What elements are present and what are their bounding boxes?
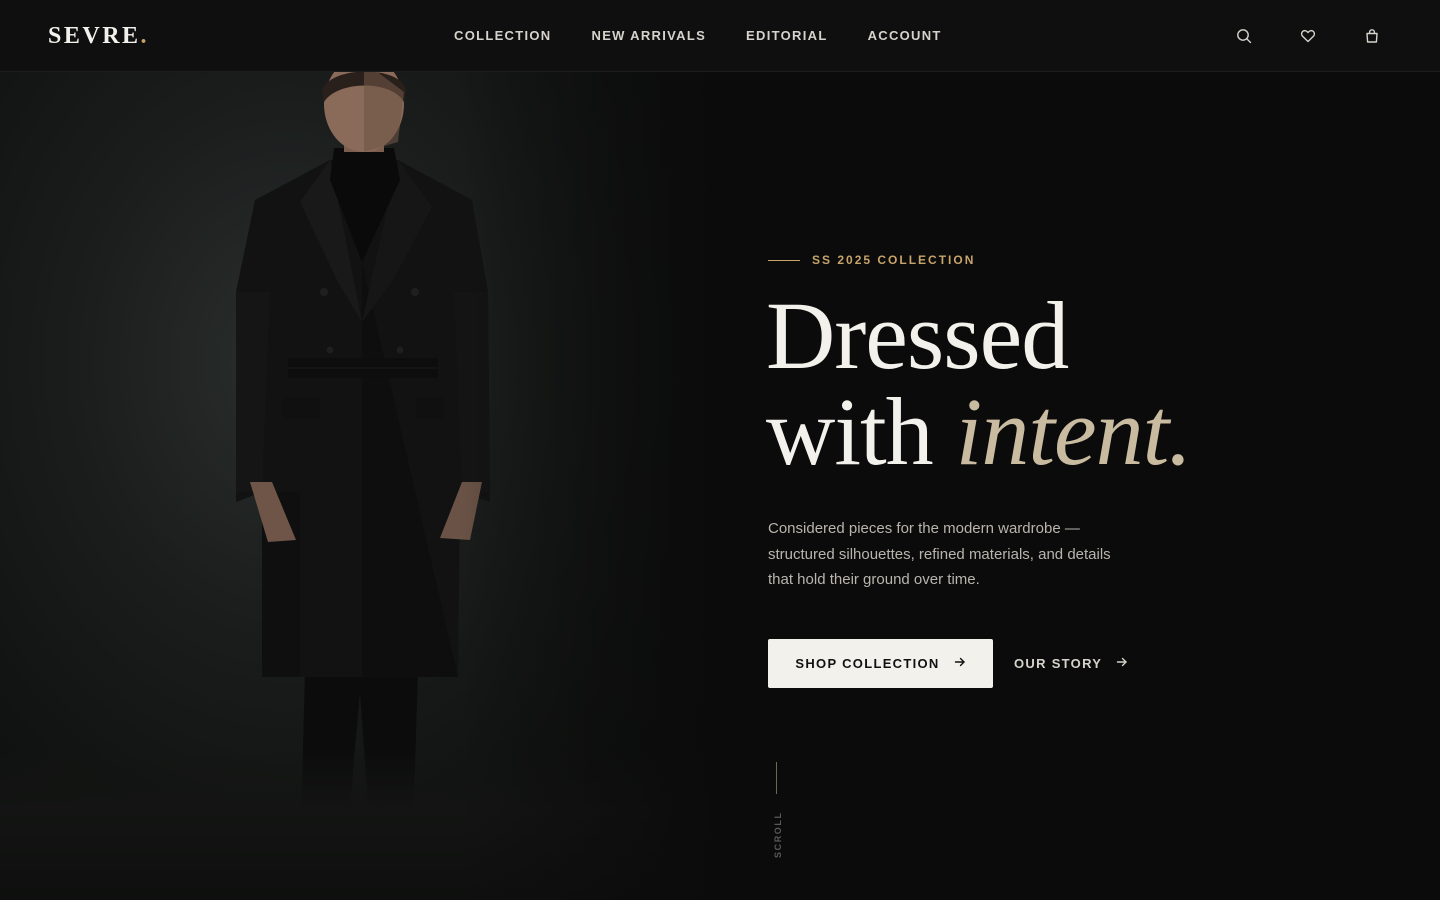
scroll-label: SCROLL: [773, 811, 783, 858]
search-icon[interactable]: [1236, 26, 1252, 46]
bag-icon[interactable]: [1364, 26, 1380, 46]
headline-line-2: with: [766, 378, 934, 485]
our-story-link[interactable]: OUR STORY: [1014, 639, 1128, 688]
heart-icon[interactable]: [1300, 26, 1316, 46]
eyebrow-line: [768, 259, 800, 261]
nav-link-new-arrivals[interactable]: NEW ARRIVALS: [592, 28, 707, 44]
top-nav: SEVRE. COLLECTION NEW ARRIVALS EDITORIAL…: [0, 0, 1440, 72]
arrow-right-icon: [1116, 656, 1128, 671]
hero-subtext: Considered pieces for the modern wardrob…: [768, 520, 1111, 588]
nav-links: COLLECTION NEW ARRIVALS EDITORIAL ACCOUN…: [454, 28, 942, 44]
image-fade: [460, 72, 720, 900]
brand-logo[interactable]: SEVRE.: [48, 21, 149, 51]
nav-link-collection[interactable]: COLLECTION: [454, 28, 552, 44]
eyebrow-text: SS 2025 COLLECTION: [812, 253, 976, 267]
collection-eyebrow: SS 2025 COLLECTION: [768, 252, 975, 268]
our-story-label: OUR STORY: [1014, 656, 1103, 671]
hero-headline: Dressed with intent.: [766, 288, 1192, 480]
shop-collection-button[interactable]: SHOP COLLECTION: [768, 639, 993, 688]
arrow-right-icon: [954, 656, 966, 671]
hero-image: [0, 72, 720, 900]
headline-accent: intent.: [955, 378, 1193, 485]
nav-link-editorial[interactable]: EDITORIAL: [746, 28, 828, 44]
brand-dot: .: [140, 23, 150, 49]
scroll-indicator[interactable]: SCROLL: [768, 762, 786, 872]
nav-icons: [1236, 26, 1380, 46]
brand-name: SEVRE: [48, 23, 141, 49]
shop-collection-label: SHOP COLLECTION: [795, 656, 940, 671]
page: SEVRE. COLLECTION NEW ARRIVALS EDITORIAL…: [0, 0, 1440, 900]
nav-link-account[interactable]: ACCOUNT: [868, 28, 942, 44]
headline-line-1: Dressed: [766, 282, 1069, 389]
scroll-line: [776, 762, 777, 794]
